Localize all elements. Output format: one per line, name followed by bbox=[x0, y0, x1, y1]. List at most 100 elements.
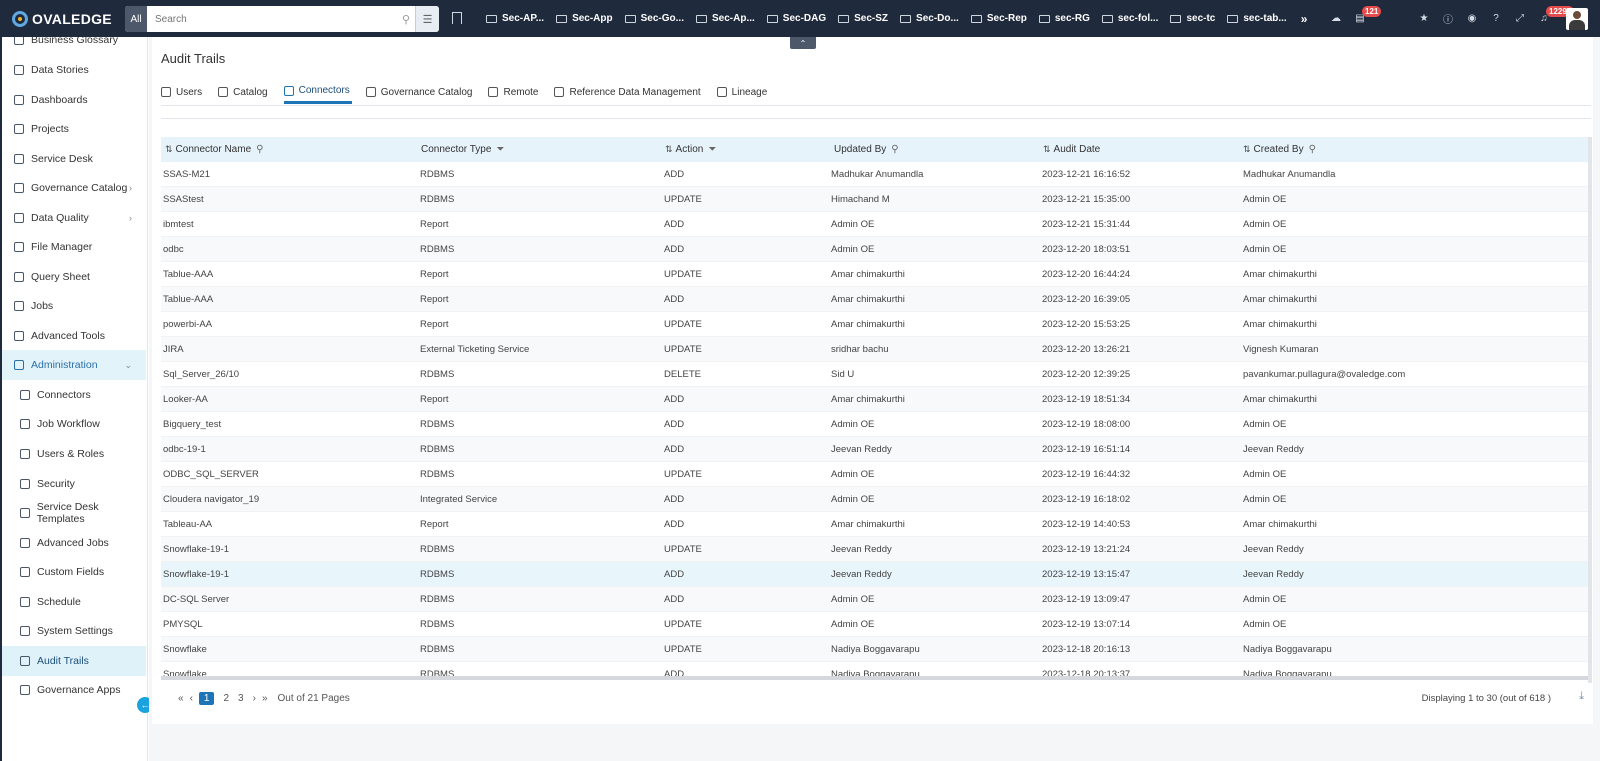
table-row[interactable]: PMYSQL RDBMS UPDATE Admin OE 2023-12-19 13:0… bbox=[161, 612, 1590, 637]
table-row[interactable]: SSAStest RDBMS UPDATE Himachand M 2023-12-21… bbox=[161, 187, 1590, 212]
sort-icon[interactable]: ⇅ bbox=[1043, 144, 1051, 155]
table-scrollbar[interactable] bbox=[1588, 137, 1592, 683]
bookmark-icon[interactable] bbox=[452, 12, 462, 24]
column-header[interactable]: Updated By ⚲ bbox=[834, 137, 899, 162]
quick-tab[interactable]: Sec-Ap... bbox=[695, 13, 755, 24]
table-row[interactable]: Sql_Server_26/10 RDBMS DELETE Sid U 2023-12-… bbox=[161, 362, 1590, 387]
sidebar-item-system-settings[interactable]: System Settings bbox=[2, 616, 146, 646]
search-icon[interactable]: ⚲ bbox=[891, 144, 898, 155]
sidebar-item-dashboards[interactable]: Dashboards bbox=[2, 85, 146, 115]
table-row[interactable]: JIRA External Ticketing Service UPDATE srid… bbox=[161, 337, 1590, 362]
column-header[interactable]: Connector Type ⏷ bbox=[421, 137, 504, 162]
quick-tab[interactable]: sec-tc bbox=[1170, 13, 1215, 24]
page-number[interactable]: 3 bbox=[238, 693, 244, 704]
sort-icon[interactable]: ⇅ bbox=[1243, 144, 1251, 155]
quick-tab[interactable]: Sec-App bbox=[556, 13, 613, 24]
filter-icon[interactable]: ⏷ bbox=[496, 144, 504, 155]
tab-connectors[interactable]: Connectors bbox=[283, 80, 352, 104]
sidebar-item-projects[interactable]: Projects bbox=[2, 114, 146, 144]
expand-icon[interactable]: ⤢ bbox=[1508, 0, 1532, 37]
table-row[interactable]: Cloudera navigator_19 Integrated Service A… bbox=[161, 487, 1590, 512]
info-icon[interactable]: ⓘ bbox=[1436, 0, 1460, 37]
sidebar-item-data-stories[interactable]: Data Stories bbox=[2, 55, 146, 85]
tab-catalog[interactable]: Catalog bbox=[218, 80, 269, 104]
tab-lineage[interactable]: Lineage bbox=[716, 80, 770, 104]
search-filter-icon[interactable]: ☰ bbox=[415, 6, 439, 32]
table-row[interactable]: Bigquery_test RDBMS ADD Admin OE 2023-12-19 … bbox=[161, 412, 1590, 437]
page-number[interactable]: 2 bbox=[223, 693, 229, 704]
avatar[interactable] bbox=[1566, 7, 1588, 30]
sidebar-item-schedule[interactable]: Schedule bbox=[2, 587, 146, 617]
download-icon[interactable]: ⤓ bbox=[1579, 690, 1584, 703]
sidebar-item-service-desk-templates[interactable]: Service Desk Templates bbox=[2, 498, 146, 528]
search-input[interactable] bbox=[147, 6, 397, 32]
tab-reference-data-management[interactable]: Reference Data Management bbox=[554, 80, 702, 104]
table-row[interactable]: Tablue-AAA Report UPDATE Amar chimakurthi 20… bbox=[161, 262, 1590, 287]
sort-icon[interactable]: ⇅ bbox=[665, 144, 673, 155]
bell-icon[interactable]: ♫ 12292 bbox=[1532, 0, 1575, 37]
sidebar-item-security[interactable]: Security bbox=[2, 469, 146, 499]
quick-tab[interactable]: Sec-Go... bbox=[624, 13, 684, 24]
column-header[interactable]: ⇅ Created By ⚲ bbox=[1243, 137, 1316, 162]
sidebar-item-query-sheet[interactable]: Query Sheet bbox=[2, 262, 146, 292]
quick-tab[interactable]: sec-RG bbox=[1038, 13, 1090, 24]
sidebar-item-audit-trails[interactable]: Audit Trails bbox=[2, 646, 146, 676]
tasks-icon[interactable]: ▤ 121 bbox=[1348, 0, 1382, 37]
table-row[interactable]: SSAS-M21 RDBMS ADD Madhukar Anumandla 2023-1… bbox=[161, 162, 1590, 187]
collapse-header-icon[interactable]: ⌃ bbox=[790, 37, 816, 49]
table-row[interactable]: Tableau-AA Report ADD Amar chimakurthi 2023-… bbox=[161, 512, 1590, 537]
table-row[interactable]: Looker-AA Report ADD Amar chimakurthi 2023-1… bbox=[161, 387, 1590, 412]
sidebar-item-administration[interactable]: Administration ⌄ bbox=[2, 350, 146, 380]
quick-tab[interactable]: Sec-Rep bbox=[970, 13, 1027, 24]
sidebar-item-governance-catalog[interactable]: Governance Catalog › bbox=[2, 173, 146, 203]
prev-page-icon[interactable]: ‹ bbox=[190, 693, 193, 704]
search-icon[interactable]: ⚲ bbox=[397, 6, 415, 32]
table-row[interactable]: powerbi-AA Report UPDATE Amar chimakurthi 20… bbox=[161, 312, 1590, 337]
table-row[interactable]: odbc RDBMS ADD Admin OE 2023-12-20 18:03:51 A… bbox=[161, 237, 1590, 262]
tab-users[interactable]: Users bbox=[161, 80, 204, 104]
table-row[interactable]: Snowflake RDBMS UPDATE Nadiya Boggavarapu 20… bbox=[161, 637, 1590, 662]
quick-tab[interactable]: Sec-DAG bbox=[766, 13, 826, 24]
sidebar-item-business-glossary[interactable]: Business Glossary bbox=[2, 37, 146, 55]
table-row[interactable]: odbc-19-1 RDBMS ADD Jeevan Reddy 2023-12-19 … bbox=[161, 437, 1590, 462]
search-icon[interactable]: ⚲ bbox=[256, 144, 263, 155]
sidebar-item-custom-fields[interactable]: Custom Fields bbox=[2, 557, 146, 587]
user-settings-icon[interactable]: ★ bbox=[1412, 0, 1436, 37]
column-header[interactable]: ⇅ Connector Name ⚲ bbox=[165, 137, 263, 162]
quick-tab[interactable]: Sec-Do... bbox=[900, 13, 959, 24]
search-icon[interactable]: ⚲ bbox=[1309, 144, 1316, 155]
table-row[interactable]: Snowflake RDBMS ADD Nadiya Boggavarapu 2023-… bbox=[161, 662, 1590, 676]
sidebar-item-users-roles[interactable]: Users & Roles bbox=[2, 439, 146, 469]
theme-icon[interactable]: ◉ bbox=[1460, 0, 1484, 37]
table-row[interactable]: Tablue-AAA Report ADD Amar chimakurthi 2023-… bbox=[161, 287, 1590, 312]
sidebar-item-job-workflow[interactable]: Job Workflow bbox=[2, 409, 146, 439]
sidebar-item-service-desk[interactable]: Service Desk bbox=[2, 144, 146, 174]
search-scope-dropdown[interactable]: All bbox=[125, 6, 147, 32]
quick-tab[interactable]: sec-tab... bbox=[1227, 13, 1287, 24]
sidebar-item-advanced-tools[interactable]: Advanced Tools bbox=[2, 321, 146, 351]
table-row[interactable]: ibmtest Report ADD Admin OE 2023-12-21 15:31… bbox=[161, 212, 1590, 237]
table-row[interactable]: DC-SQL Server RDBMS ADD Admin OE 2023-12-19 … bbox=[161, 587, 1590, 612]
table-row[interactable]: Snowflake-19-1 RDBMS ADD Jeevan Reddy 2023-1… bbox=[161, 562, 1590, 587]
quick-tab[interactable]: Sec-AP... bbox=[486, 13, 544, 24]
next-page-icon[interactable]: › bbox=[253, 693, 256, 704]
sidebar-item-connectors[interactable]: Connectors bbox=[2, 380, 146, 410]
more-tabs-button[interactable]: » bbox=[1301, 12, 1308, 26]
sidebar-item-advanced-jobs[interactable]: Advanced Jobs bbox=[2, 528, 146, 558]
last-page-icon[interactable]: » bbox=[262, 693, 268, 704]
page-number[interactable]: 1 bbox=[198, 691, 215, 705]
sidebar-item-jobs[interactable]: Jobs bbox=[2, 291, 146, 321]
sort-icon[interactable]: ⇅ bbox=[165, 144, 173, 155]
tab-remote[interactable]: Remote bbox=[488, 80, 540, 104]
table-row[interactable]: Snowflake-19-1 RDBMS UPDATE Jeevan Reddy 202… bbox=[161, 537, 1590, 562]
column-header[interactable]: ⇅ Action ⏷ bbox=[665, 137, 716, 162]
quick-tab[interactable]: sec-fol... bbox=[1101, 13, 1158, 24]
cloud-icon[interactable]: ☁ bbox=[1324, 0, 1348, 37]
tab-governance-catalog[interactable]: Governance Catalog bbox=[365, 80, 475, 104]
filter-icon[interactable]: ⏷ bbox=[708, 144, 716, 155]
ovaledge-logo[interactable]: OVALEDGE bbox=[0, 10, 120, 27]
table-row[interactable]: ODBC_SQL_SERVER RDBMS UPDATE Admin OE 2023-1… bbox=[161, 462, 1590, 487]
help-icon[interactable]: ? bbox=[1484, 0, 1508, 37]
sidebar-item-file-manager[interactable]: File Manager bbox=[2, 232, 146, 262]
column-header[interactable]: ⇅ Audit Date bbox=[1043, 137, 1100, 162]
